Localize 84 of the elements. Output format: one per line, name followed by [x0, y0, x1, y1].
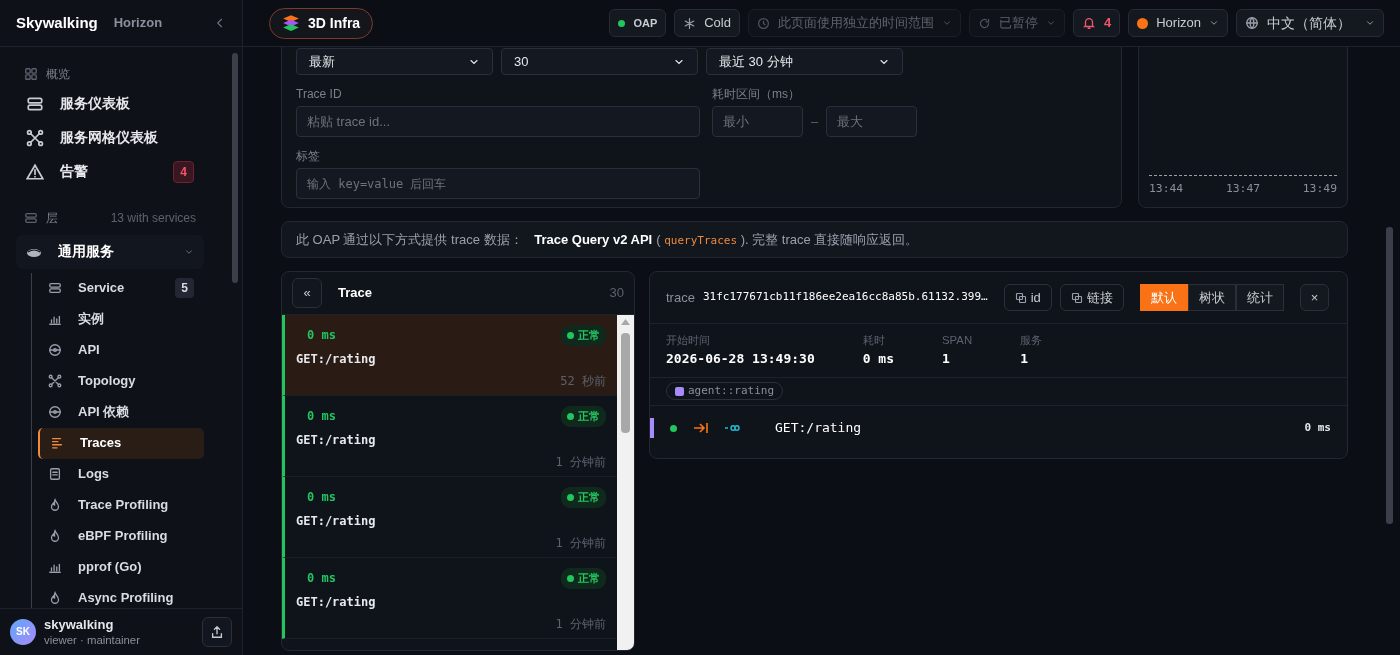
stat-label: SPAN: [942, 333, 973, 348]
nav-item[interactable]: pprof (Go): [38, 551, 204, 583]
axis-label: 13:47: [1225, 179, 1261, 197]
nav-item[interactable]: API: [38, 334, 204, 366]
endpoint-text: GET:/rating: [296, 593, 377, 611]
trace-id-field[interactable]: 粘贴 trace id...: [296, 106, 700, 137]
nav-item[interactable]: Topology: [38, 365, 204, 397]
status-badge: 正常: [561, 325, 606, 346]
trace-count: 30: [609, 284, 624, 303]
info-text: 此 OAP 通过以下方式提供 trace 数据： Trace Query v2 API ( queryTraces ). 完整 trace 直接随响应返回。: [296, 230, 919, 249]
time-text: 1 分钟前: [554, 453, 606, 471]
workspace-button[interactable]: 3D Infra: [269, 7, 374, 39]
select-field[interactable]: 30: [501, 48, 698, 75]
nav-item[interactable]: Trace Profiling: [38, 489, 204, 521]
view-tab[interactable]: 统计: [1235, 284, 1284, 311]
nav-item[interactable]: API 依赖: [38, 396, 204, 428]
stat-label: 耗时: [862, 333, 886, 348]
duration-text: 0 ms: [1304, 419, 1331, 436]
stat-value: 1: [1020, 350, 1029, 369]
cold-button[interactable]: Cold: [674, 9, 740, 37]
nav-item[interactable]: Traces: [38, 427, 204, 459]
nav-item[interactable]: eBPF Profiling: [38, 520, 204, 552]
section-label: 层: [46, 209, 58, 227]
span-row[interactable]: GET:/rating 0 ms: [650, 406, 1347, 451]
endpoint-text: GET:/rating: [296, 431, 377, 449]
trace-id-text: 31fc177671cb11f186ee2ea16cc8a85b.61132.399…: [702, 289, 988, 306]
user-roles: viewer · maintainer: [44, 632, 140, 647]
view-tab[interactable]: 树状: [1187, 284, 1236, 311]
select-field[interactable]: 最新: [296, 48, 493, 75]
min-duration-field[interactable]: 最小: [712, 106, 803, 137]
range-separator: –: [811, 112, 819, 131]
stat-value: 2026-06-28 13:49:30: [666, 350, 815, 369]
alert-count-badge: 4: [173, 160, 194, 183]
copy-button[interactable]: id: [1003, 284, 1052, 311]
nav-item[interactable]: Logs: [38, 458, 204, 490]
collapse-list-button[interactable]: «: [292, 278, 322, 308]
theme-dropdown[interactable]: Horizon: [1128, 9, 1228, 37]
time-text: 52 秒前: [559, 372, 606, 390]
duration-text: 0 ms: [306, 408, 336, 426]
layer-group[interactable]: 通用服务: [16, 234, 204, 269]
select-field[interactable]: 最近 30 分钟: [706, 48, 903, 75]
endpoint-text: GET:/rating: [775, 419, 862, 438]
nav-item[interactable]: Async Profiling: [38, 582, 204, 608]
oap-status-button[interactable]: OAP: [609, 9, 667, 37]
list-title: Trace: [338, 284, 372, 303]
close-button[interactable]: ×: [1299, 284, 1330, 311]
tags-field[interactable]: 输入 key=value 后回车: [296, 168, 700, 199]
alerts-button[interactable]: 4: [1072, 9, 1121, 37]
nav-item[interactable]: Service 5: [38, 272, 204, 304]
field-label: Trace ID: [296, 86, 343, 103]
nav-item[interactable]: 服务仪表板: [16, 86, 204, 121]
stat-label: 服务: [1020, 333, 1043, 348]
time-text: 1 分钟前: [554, 534, 606, 552]
field-label: 标签: [296, 148, 321, 165]
nav-item[interactable]: 告警 4: [16, 154, 204, 189]
duration-text: 0 ms: [306, 327, 336, 345]
nav-item[interactable]: 服务网格仪表板: [16, 120, 204, 155]
language-dropdown[interactable]: 中文（简体）: [1236, 9, 1384, 37]
section-label: 概览: [46, 65, 70, 83]
field-label: 耗时区间（ms）: [712, 86, 801, 103]
stat-label: 开始时间: [666, 333, 711, 348]
axis-label: 13:49: [1302, 179, 1337, 197]
status-badge: 正常: [561, 487, 606, 508]
product-name: Horizon: [113, 14, 163, 32]
trace-label: trace: [666, 288, 695, 307]
endpoint-text: GET:/rating: [296, 512, 377, 530]
duration-text: 0 ms: [306, 489, 336, 507]
stat-value: 1: [942, 350, 951, 369]
user-name: skywalking: [44, 616, 115, 633]
trace-row[interactable]: 0 ms 正常 GET:/rating 52 秒前: [282, 315, 617, 396]
endpoint-text: GET:/rating: [296, 350, 377, 368]
status-badge: 正常: [561, 406, 606, 427]
stat-value: 0 ms: [862, 350, 895, 369]
copy-button[interactable]: 链接: [1059, 284, 1124, 311]
time-text: 1 分钟前: [554, 615, 606, 633]
count-badge: 5: [175, 278, 194, 298]
duration-text: 0 ms: [306, 570, 336, 588]
status-badge: 正常: [561, 568, 606, 589]
max-duration-field[interactable]: 最大: [826, 106, 918, 137]
user-avatar: SK: [10, 618, 36, 645]
logo-text: Skywalking: [16, 12, 98, 33]
axis-label: 13:44: [1149, 179, 1184, 197]
layer-count: 13 with services: [110, 209, 196, 227]
nav-item[interactable]: 实例: [38, 303, 204, 335]
